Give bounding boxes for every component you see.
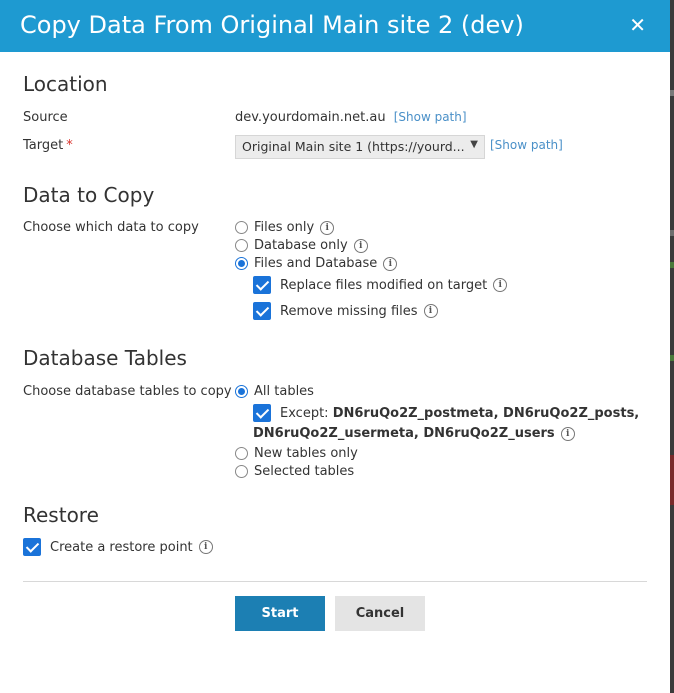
backdrop-detail	[670, 262, 674, 268]
new-tables-radio[interactable]	[235, 447, 248, 460]
info-icon[interactable]: i	[320, 220, 335, 235]
files-only-label: Files only	[254, 220, 315, 235]
source-value: dev.yourdomain.net.au	[235, 110, 386, 125]
info-icon[interactable]: i	[383, 256, 398, 271]
data-to-copy-heading: Data to Copy	[23, 183, 155, 207]
database-only-label: Database only	[254, 238, 348, 253]
show-target-path-link[interactable]: [Show path]	[490, 138, 563, 152]
new-tables-label: New tables only	[254, 446, 358, 461]
all-tables-option[interactable]: All tables	[235, 384, 314, 399]
target-show-path-row: [Show path]	[490, 138, 563, 153]
backdrop-detail	[670, 355, 674, 361]
backdrop-detail	[670, 230, 674, 236]
info-icon[interactable]: i	[198, 540, 213, 554]
show-source-path-link[interactable]: [Show path]	[394, 110, 467, 124]
required-marker: *	[66, 138, 73, 153]
target-label: Target	[23, 138, 64, 153]
selected-tables-radio[interactable]	[235, 465, 248, 478]
except-tables-checkbox[interactable]	[253, 404, 271, 422]
remove-missing-files-checkbox[interactable]	[253, 302, 271, 320]
all-tables-label: All tables	[254, 384, 314, 399]
close-icon[interactable]: ✕	[629, 14, 646, 36]
remove-missing-files-option[interactable]: Remove missing files i	[253, 302, 438, 320]
database-only-option[interactable]: Database only i	[235, 238, 368, 253]
dialog-title: Copy Data From Original Main site 2 (dev…	[20, 11, 524, 39]
database-tables-label: Choose database tables to copy	[23, 384, 232, 399]
info-icon[interactable]: i	[560, 427, 575, 441]
restore-point-label: Create a restore point	[50, 539, 193, 555]
dialog-header: Copy Data From Original Main site 2 (dev…	[0, 0, 670, 52]
target-select-value: Original Main site 1 (https://yourd...	[242, 139, 465, 154]
location-heading: Location	[23, 72, 108, 96]
data-to-copy-label: Choose which data to copy	[23, 220, 199, 235]
files-and-database-radio[interactable]	[235, 257, 248, 270]
copy-data-dialog: Copy Data From Original Main site 2 (dev…	[0, 0, 670, 693]
backdrop-detail	[670, 455, 674, 505]
replace-files-option[interactable]: Replace files modified on target i	[253, 276, 508, 294]
source-value-row: dev.yourdomain.net.au [Show path]	[235, 110, 467, 125]
backdrop-strip	[670, 0, 674, 693]
files-only-radio[interactable]	[235, 221, 248, 234]
info-icon[interactable]: i	[353, 238, 368, 253]
new-tables-option[interactable]: New tables only	[235, 446, 358, 461]
remove-missing-files-label: Remove missing files	[280, 303, 418, 319]
except-tables-text: Except: DN6ruQo2Z_postmeta, DN6ruQo2Z_po…	[280, 404, 640, 424]
files-and-database-label: Files and Database	[254, 256, 378, 271]
restore-heading: Restore	[23, 503, 99, 527]
target-select[interactable]: Original Main site 1 (https://yourd... ▼	[235, 135, 485, 159]
all-tables-radio[interactable]	[235, 385, 248, 398]
except-tables-line2: DN6ruQo2Z_usermeta, DN6ruQo2Z_users	[253, 426, 555, 441]
target-label-row: Target *	[23, 138, 73, 153]
info-icon[interactable]: i	[493, 278, 508, 292]
footer-divider	[23, 581, 647, 582]
except-tables-line2-row: DN6ruQo2Z_usermeta, DN6ruQo2Z_users i	[253, 424, 613, 444]
start-button[interactable]: Start	[235, 596, 325, 631]
files-only-option[interactable]: Files only i	[235, 220, 335, 235]
replace-files-checkbox[interactable]	[253, 276, 271, 294]
replace-files-label: Replace files modified on target	[280, 277, 488, 293]
restore-point-checkbox[interactable]	[23, 538, 41, 556]
database-only-radio[interactable]	[235, 239, 248, 252]
restore-point-option[interactable]: Create a restore point i	[23, 538, 213, 556]
info-icon[interactable]: i	[423, 304, 438, 318]
except-tables-line1: DN6ruQo2Z_postmeta, DN6ruQo2Z_posts,	[332, 406, 640, 421]
database-tables-heading: Database Tables	[23, 346, 187, 370]
selected-tables-option[interactable]: Selected tables	[235, 464, 354, 479]
selected-tables-label: Selected tables	[254, 464, 355, 479]
files-and-database-option[interactable]: Files and Database i	[235, 256, 398, 271]
backdrop-detail	[670, 90, 674, 96]
source-label: Source	[23, 110, 68, 125]
cancel-button[interactable]: Cancel	[335, 596, 425, 631]
chevron-down-icon: ▼	[470, 139, 478, 150]
except-prefix: Except:	[280, 406, 329, 421]
